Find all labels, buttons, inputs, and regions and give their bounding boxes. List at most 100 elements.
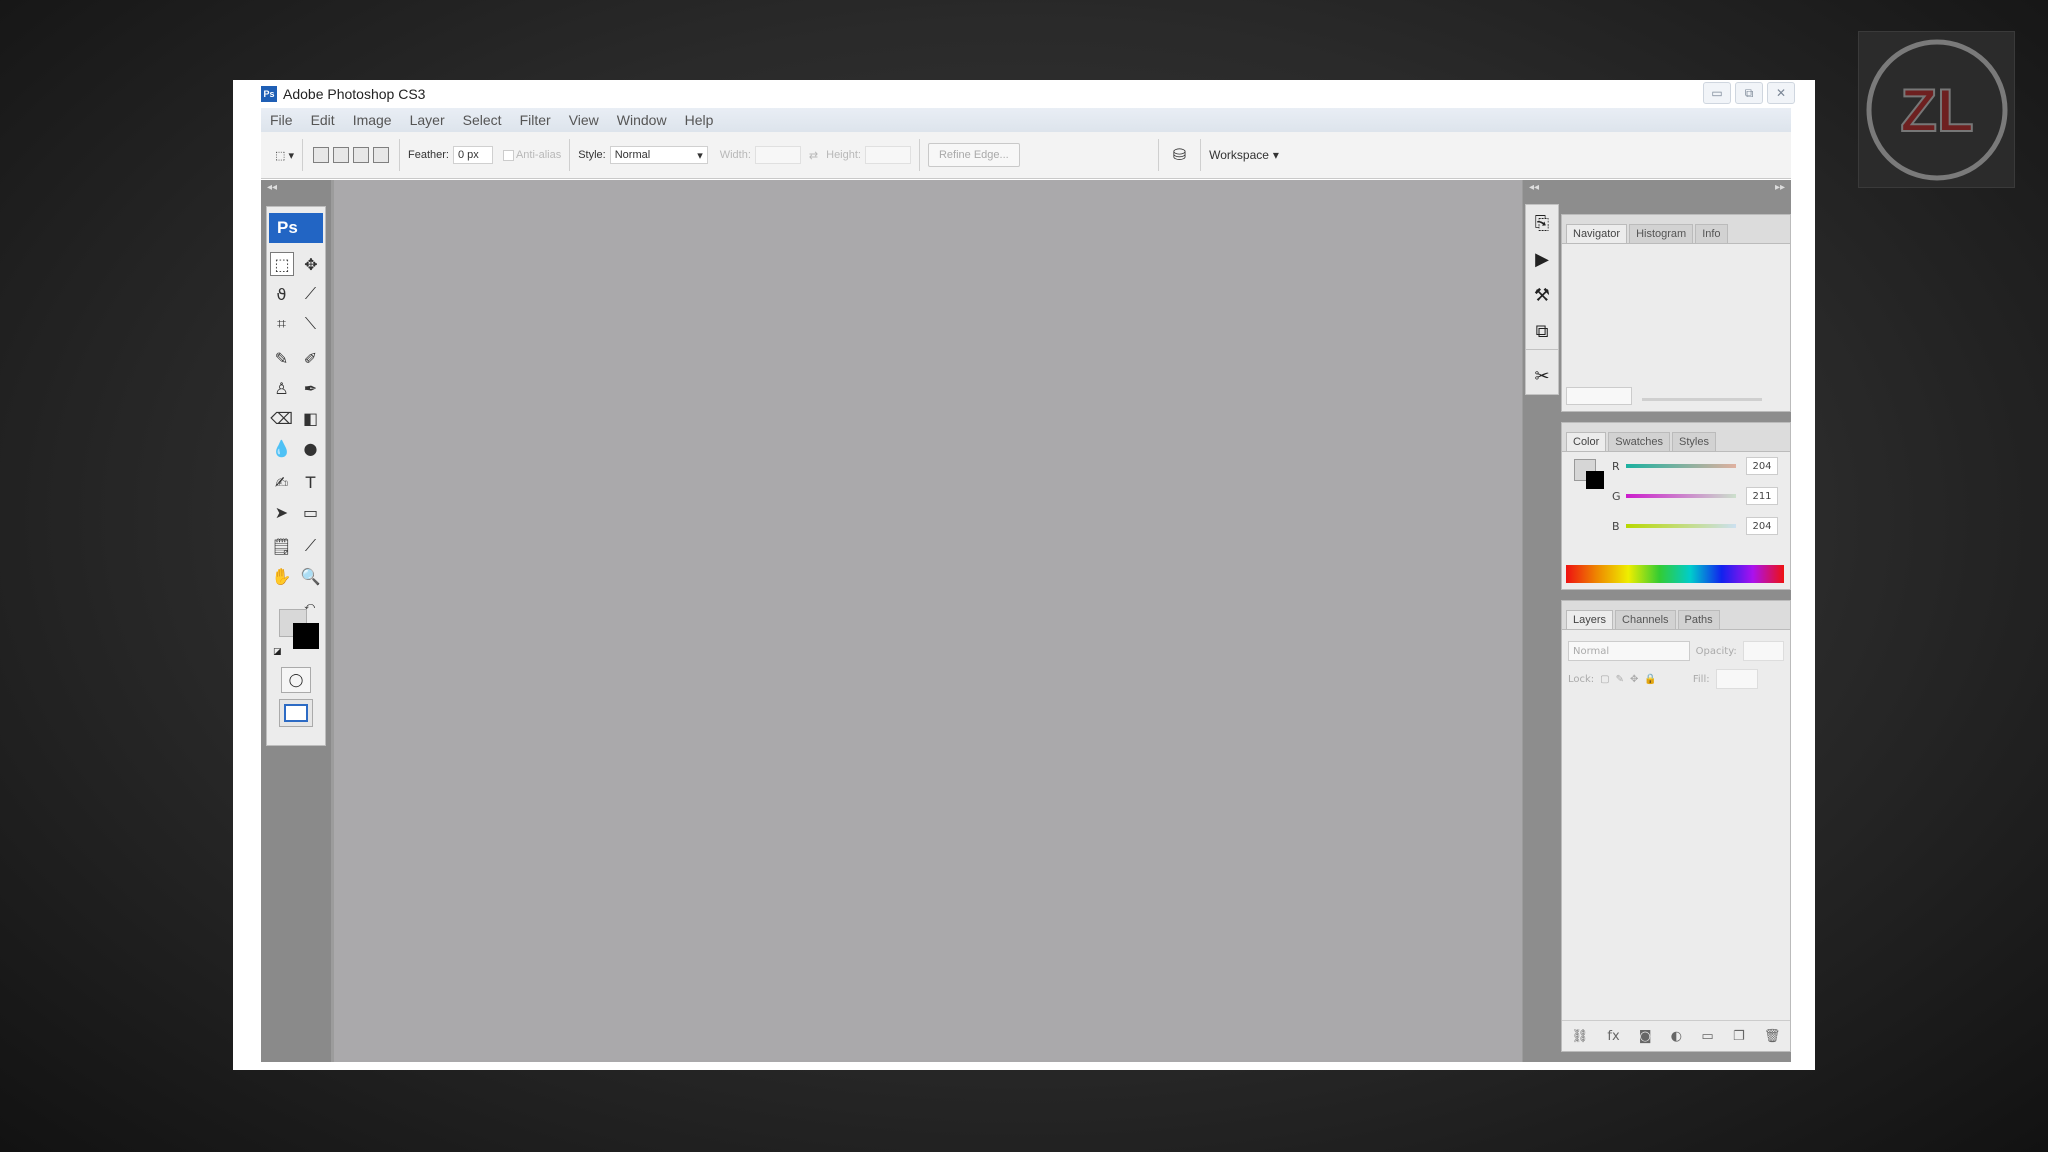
tab-swatches[interactable]: Swatches bbox=[1608, 432, 1670, 451]
gradient-tool-icon[interactable]: ◧ bbox=[300, 407, 322, 429]
collapse-icon[interactable]: ◂◂ bbox=[1529, 182, 1539, 193]
workspace-button[interactable]: Workspace ▾ bbox=[1209, 148, 1279, 162]
history-brush-icon[interactable]: ✒ bbox=[300, 377, 322, 399]
screen-mode-button[interactable] bbox=[279, 699, 313, 727]
lasso-tool-icon[interactable]: ϑ bbox=[271, 283, 293, 305]
tab-navigator[interactable]: Navigator bbox=[1566, 224, 1628, 243]
width-label: Width: bbox=[719, 149, 751, 161]
minimize-button[interactable]: ▭ bbox=[1703, 82, 1731, 104]
menu-image[interactable]: Image bbox=[344, 112, 401, 128]
width-input[interactable] bbox=[754, 146, 801, 164]
menu-edit[interactable]: Edit bbox=[302, 112, 344, 128]
new-group-icon[interactable]: ▭ bbox=[1701, 1029, 1713, 1044]
tab-color[interactable]: Color bbox=[1566, 432, 1607, 451]
opacity-label: Opacity: bbox=[1695, 645, 1737, 657]
intersect-selection-icon[interactable] bbox=[372, 147, 389, 163]
refine-edge-button[interactable]: Refine Edge... bbox=[927, 143, 1020, 167]
marquee-tool-icon[interactable]: ⬚ bbox=[270, 252, 294, 276]
subtract-selection-icon[interactable] bbox=[352, 147, 369, 163]
zoom-tool-icon[interactable]: 🔍 bbox=[300, 565, 322, 587]
slice-tool-icon[interactable]: ⟍ bbox=[300, 313, 322, 335]
menu-window[interactable]: Window bbox=[608, 112, 676, 128]
blur-tool-icon[interactable]: 💧 bbox=[271, 437, 293, 459]
background-color-swatch[interactable] bbox=[293, 623, 319, 649]
swap-colors-icon[interactable]: ⤺ bbox=[304, 601, 315, 612]
blend-mode-select[interactable]: Normal bbox=[1568, 641, 1690, 661]
tab-info[interactable]: Info bbox=[1695, 224, 1728, 243]
layer-style-icon[interactable]: fx bbox=[1607, 1029, 1619, 1044]
move-tool-icon[interactable]: ✥ bbox=[300, 253, 322, 275]
clone-stamp-icon[interactable]: ♙ bbox=[271, 377, 293, 399]
zoom-slider[interactable] bbox=[1642, 398, 1762, 401]
tool-presets-icon[interactable]: ⚒ bbox=[1526, 277, 1558, 313]
color-value-r[interactable]: 204 bbox=[1746, 457, 1778, 475]
color-value-g[interactable]: 211 bbox=[1746, 487, 1778, 505]
swap-dimensions-icon[interactable]: ⇄ bbox=[809, 149, 818, 162]
menu-filter[interactable]: Filter bbox=[511, 112, 560, 128]
tab-layers[interactable]: Layers bbox=[1566, 610, 1614, 629]
type-tool-icon[interactable]: T bbox=[300, 471, 322, 493]
delete-layer-icon[interactable]: 🗑 bbox=[1764, 1029, 1781, 1044]
color-slider-b[interactable]: B 204 bbox=[1562, 511, 1790, 541]
tab-styles[interactable]: Styles bbox=[1672, 432, 1716, 451]
add-selection-icon[interactable] bbox=[332, 147, 349, 163]
magic-wand-icon[interactable]: ⟋ bbox=[300, 283, 322, 305]
expand-icon[interactable]: ▸▸ bbox=[1775, 182, 1785, 193]
pen-tool-icon[interactable]: ✍ bbox=[271, 471, 293, 493]
shape-tool-icon[interactable]: ▭ bbox=[300, 501, 322, 523]
lock-image-icon[interactable]: ✎ bbox=[1616, 674, 1624, 685]
menu-view[interactable]: View bbox=[560, 112, 608, 128]
path-selection-icon[interactable]: ➤ bbox=[271, 501, 293, 523]
right-dock: ◂◂ ▸▸ ⎘ ▶ ⚒ ⧉ ✂ Navigator Histogram Info bbox=[1523, 180, 1791, 1062]
brushes-icon[interactable]: ✂ bbox=[1526, 358, 1558, 394]
layer-comps-icon[interactable]: ⧉ bbox=[1526, 313, 1558, 349]
lock-position-icon[interactable]: ✥ bbox=[1630, 674, 1638, 685]
collapse-icon[interactable]: ◂◂ bbox=[261, 180, 331, 196]
quick-mask-button[interactable]: ◯ bbox=[281, 667, 311, 693]
style-select[interactable]: Normal ▾ bbox=[609, 146, 708, 164]
menu-file[interactable]: File bbox=[261, 112, 302, 128]
default-colors-icon[interactable]: ◪ bbox=[273, 647, 282, 657]
close-button[interactable]: ✕ bbox=[1767, 82, 1795, 104]
layer-mask-icon[interactable]: ◙ bbox=[1639, 1029, 1652, 1044]
history-icon[interactable]: ⎘ bbox=[1526, 205, 1558, 241]
panel-background-swatch[interactable] bbox=[1586, 471, 1604, 489]
link-layers-icon[interactable]: ⛓ bbox=[1572, 1029, 1589, 1044]
marquee-tool-preset-icon[interactable]: ⬚ ▾ bbox=[275, 149, 294, 162]
dodge-tool-icon[interactable]: ● bbox=[300, 437, 322, 459]
color-spectrum-ramp[interactable] bbox=[1566, 565, 1784, 583]
fill-input[interactable] bbox=[1715, 669, 1758, 689]
lock-all-icon[interactable]: 🔒 bbox=[1644, 674, 1656, 685]
crop-tool-icon[interactable]: ⌗ bbox=[271, 313, 293, 335]
notes-tool-icon[interactable]: 🗒 bbox=[271, 535, 293, 557]
zoom-percent-field[interactable] bbox=[1566, 387, 1632, 405]
lock-transparent-icon[interactable]: ▢ bbox=[1600, 674, 1609, 685]
adjustment-layer-icon[interactable]: ◐ bbox=[1671, 1029, 1682, 1044]
eyedropper-tool-icon[interactable]: ⟋ bbox=[300, 535, 322, 557]
canvas-area[interactable] bbox=[334, 180, 1522, 1062]
menu-select[interactable]: Select bbox=[454, 112, 511, 128]
tab-channels[interactable]: Channels bbox=[1615, 610, 1676, 629]
ps-badge[interactable]: Ps bbox=[269, 213, 323, 243]
eraser-tool-icon[interactable]: ⌫ bbox=[270, 407, 293, 429]
tab-paths[interactable]: Paths bbox=[1677, 610, 1720, 629]
brush-tool-icon[interactable]: ✐ bbox=[300, 347, 322, 369]
actions-icon[interactable]: ▶ bbox=[1526, 241, 1558, 277]
opacity-input[interactable] bbox=[1742, 641, 1784, 661]
height-input[interactable] bbox=[864, 146, 911, 164]
feather-input[interactable]: 0 px bbox=[452, 146, 493, 164]
new-selection-icon[interactable] bbox=[312, 147, 329, 163]
restore-button[interactable]: ⧉ bbox=[1735, 82, 1763, 104]
tab-histogram[interactable]: Histogram bbox=[1629, 224, 1694, 243]
panel-stack: Navigator Histogram Info Color Swatches … bbox=[1561, 204, 1791, 1060]
new-layer-icon[interactable]: ❐ bbox=[1733, 1029, 1745, 1044]
hand-tool-icon[interactable]: ✋ bbox=[271, 565, 293, 587]
healing-brush-icon[interactable]: ✎ bbox=[271, 347, 293, 369]
color-value-b[interactable]: 204 bbox=[1746, 517, 1778, 535]
menu-layer[interactable]: Layer bbox=[401, 112, 454, 128]
bridge-icon[interactable]: ⛁ bbox=[1173, 145, 1186, 165]
antialias-label: Anti-alias bbox=[515, 149, 562, 161]
antialias-checkbox[interactable] bbox=[502, 149, 514, 161]
workspace-label: Workspace bbox=[1209, 148, 1269, 162]
menu-help[interactable]: Help bbox=[676, 112, 723, 128]
